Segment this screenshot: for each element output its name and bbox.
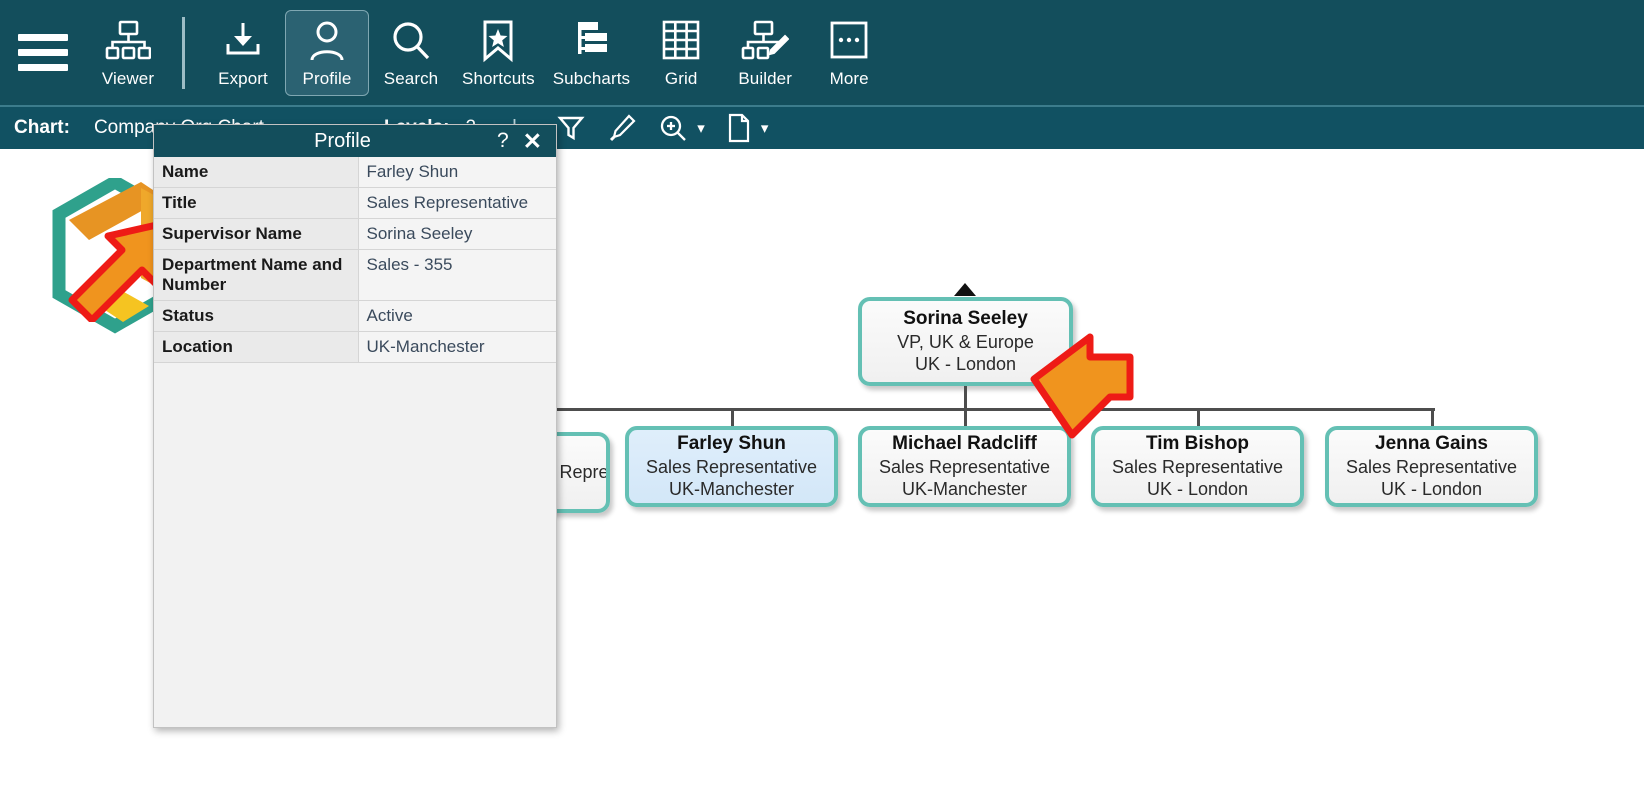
builder-pencil-icon <box>741 18 790 64</box>
grid-table-icon <box>660 18 702 64</box>
annotation-arrow-up-left <box>1030 333 1134 439</box>
hamburger-bar <box>18 49 68 56</box>
toolbar-item-label: Builder <box>738 69 792 88</box>
org-node-location: UK - London <box>1146 479 1249 500</box>
toolbar-item-label: Profile <box>302 69 352 88</box>
toolbar-item-subcharts[interactable]: Subcharts <box>544 10 639 96</box>
chevron-down-icon[interactable]: ▾ <box>697 119 705 137</box>
profile-field-key: Location <box>154 331 359 363</box>
toolbar-item-grid[interactable]: Grid <box>639 10 723 96</box>
hamburger-bar <box>18 34 68 41</box>
profile-dialog-body: Name Farley Shun Title Sales Representat… <box>154 157 556 727</box>
page-icon[interactable] <box>727 113 751 143</box>
table-row: Name Farley Shun <box>154 157 556 188</box>
magnifier-icon <box>389 18 433 64</box>
toolbar-item-label: Shortcuts <box>462 69 535 88</box>
person-icon <box>305 18 349 64</box>
bookmark-star-icon <box>478 18 518 64</box>
profile-field-value: Sorina Seeley <box>358 218 556 250</box>
toolbar-item-label: More <box>829 69 869 88</box>
zoom-in-icon[interactable] <box>659 114 687 142</box>
subchart-icon <box>569 18 613 64</box>
toolbar-divider <box>182 16 185 89</box>
chevron-down-icon[interactable]: ▾ <box>761 119 769 137</box>
table-row: Title Sales Representative <box>154 187 556 219</box>
toolbar-item-search[interactable]: Search <box>369 10 453 96</box>
connector-horizontal <box>557 408 1435 411</box>
table-row: Status Active <box>154 300 556 332</box>
table-row: Department Name and Number Sales - 355 <box>154 249 556 301</box>
toolbar-item-label: Export <box>218 69 268 88</box>
org-node-location: UK - London <box>1380 479 1483 500</box>
profile-field-key: Supervisor Name <box>154 218 359 250</box>
toolbar-item-shortcuts[interactable]: Shortcuts <box>453 10 544 96</box>
profile-dialog[interactable]: Profile ? ✕ Name Farley Shun Title Sales… <box>153 124 557 728</box>
profile-field-key: Status <box>154 300 359 332</box>
org-node-farley-shun[interactable]: Farley Shun Sales Representative UK-Manc… <box>625 426 838 507</box>
toolbar-item-more[interactable]: More <box>807 10 891 96</box>
toolbar-item-label: Viewer <box>101 69 155 88</box>
profile-field-key: Name <box>154 157 359 188</box>
org-node-title: Sales Representative <box>1345 456 1518 477</box>
profile-field-key: Title <box>154 187 359 219</box>
table-row: Location UK-Manchester <box>154 331 556 363</box>
hamburger-bar <box>18 64 68 71</box>
chart-label: Chart: <box>14 117 70 138</box>
ellipsis-box-icon <box>828 18 870 64</box>
org-node-location: UK-Manchester <box>901 479 1028 500</box>
org-node-name: Sorina Seeley <box>903 308 1028 330</box>
toolbar-item-export[interactable]: Export <box>201 10 285 96</box>
main-toolbar: Viewer Export Profile Search Shortcuts S… <box>0 0 1644 105</box>
toolbar-item-label: Search <box>383 69 439 88</box>
profile-field-value: UK-Manchester <box>358 331 556 363</box>
profile-field-value: Sales Representative <box>358 187 556 219</box>
help-icon[interactable]: ? <box>487 129 519 153</box>
org-node-location: UK-Manchester <box>668 479 795 500</box>
org-node-name: Farley Shun <box>677 433 786 455</box>
download-icon <box>221 18 265 64</box>
funnel-icon[interactable] <box>557 114 585 142</box>
profile-field-value: Active <box>358 300 556 332</box>
org-node-jenna-gains[interactable]: Jenna Gains Sales Representative UK - Lo… <box>1325 426 1538 507</box>
org-node-title: VP, UK & Europe <box>897 331 1034 352</box>
profile-dialog-header[interactable]: Profile ? ✕ <box>154 125 556 157</box>
connector-vertical-root <box>964 386 967 409</box>
org-node-title: Sales Representative <box>645 456 818 477</box>
org-node-name: Jenna Gains <box>1375 433 1488 455</box>
org-chart-icon <box>105 18 151 64</box>
profile-dialog-title: Profile <box>314 129 371 152</box>
hamburger-icon[interactable] <box>0 0 86 105</box>
org-node-name: Michael Radcliff <box>892 433 1037 455</box>
highlighter-icon[interactable] <box>607 113 637 143</box>
org-node-title: Sales Representative <box>878 456 1051 477</box>
collapse-caret-icon[interactable] <box>954 283 976 296</box>
profile-field-value: Farley Shun <box>358 157 556 188</box>
org-node-location: UK - London <box>914 354 1017 375</box>
profile-table: Name Farley Shun Title Sales Representat… <box>154 157 556 363</box>
org-node-name: Tim Bishop <box>1145 433 1250 455</box>
profile-field-value: Sales - 355 <box>358 249 556 301</box>
org-node-title: Sales Representative <box>1111 456 1284 477</box>
toolbar-item-label: Subcharts <box>552 69 631 88</box>
toolbar-item-label: Grid <box>664 69 698 88</box>
toolbar-item-profile[interactable]: Profile <box>285 9 369 96</box>
profile-field-key: Department Name and Number <box>154 249 359 301</box>
table-row: Supervisor Name Sorina Seeley <box>154 218 556 250</box>
toolbar-item-builder[interactable]: Builder <box>723 10 807 96</box>
close-icon[interactable]: ✕ <box>519 128 556 155</box>
toolbar-item-viewer[interactable]: Viewer <box>86 10 170 96</box>
